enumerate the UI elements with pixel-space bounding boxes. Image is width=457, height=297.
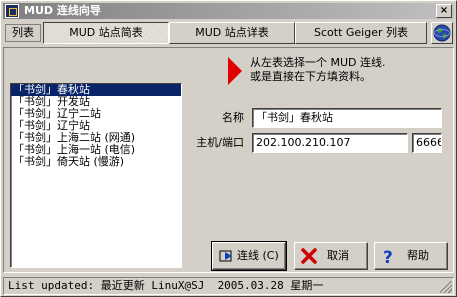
main-panel: 「书剑」春秋站 「书剑」开发站 「书剑」辽宁二站 「书剑」辽宁站 「书剑」上海二… — [3, 47, 454, 273]
svg-text:?: ? — [383, 248, 393, 264]
status-bar: List updated: 最近更新 LinuX@SJ 2005.03.28 星… — [3, 277, 454, 295]
cancel-button[interactable]: 取消 — [294, 242, 368, 270]
name-field[interactable]: 「书剑」春秋站 — [252, 108, 442, 128]
name-label: 名称 — [222, 111, 244, 124]
port-field[interactable]: 6666 — [412, 133, 442, 153]
globe-button[interactable] — [431, 22, 453, 44]
window-title: MUD 连线向导 — [24, 4, 101, 17]
close-button[interactable]: × — [436, 4, 452, 18]
cancel-x-icon — [301, 248, 317, 264]
app-icon — [5, 4, 19, 18]
tab-bar: 列表 MUD 站点简表 MUD 站点详表 Scott Geiger 列表 — [3, 21, 454, 45]
hint-arrow-icon — [228, 57, 242, 85]
connect-label: 连线 (C) — [237, 249, 279, 262]
globe-icon — [433, 24, 451, 42]
list-item[interactable]: 「书剑」倚天站 (慢游) — [11, 156, 181, 168]
hint-text: 从左表选择一个 MUD 连线. 或是直接在下方填资料。 — [250, 56, 386, 84]
site-listbox[interactable]: 「书剑」春秋站 「书剑」开发站 「书剑」辽宁二站 「书剑」辽宁站 「书剑」上海二… — [10, 83, 182, 268]
title-bar[interactable]: MUD 连线向导 × — [3, 3, 454, 19]
list-label: 列表 — [5, 24, 41, 42]
tab-mud-brief[interactable]: MUD 站点简表 — [43, 22, 169, 44]
host-field[interactable]: 202.100.210.107 — [252, 133, 408, 153]
help-label: 帮助 — [407, 249, 429, 262]
hint-line-1: 从左表选择一个 MUD 连线. — [250, 56, 386, 69]
hint-line-2: 或是直接在下方填资料。 — [250, 70, 371, 83]
resize-grip[interactable] — [440, 281, 452, 293]
connect-button[interactable]: 连线 (C) — [211, 241, 287, 271]
tab-mud-detail[interactable]: MUD 站点详表 — [169, 22, 295, 44]
connect-icon — [219, 250, 232, 262]
host-port-label: 主机/端口 — [196, 136, 244, 149]
status-text: List updated: 最近更新 LinuX@SJ 2005.03.28 星… — [8, 279, 324, 292]
help-question-icon: ? — [383, 248, 393, 264]
connection-wizard-window: MUD 连线向导 × 列表 MUD 站点简表 MUD 站点详表 Scott Ge… — [0, 0, 457, 297]
help-button[interactable]: ? 帮助 — [374, 242, 448, 270]
tab-scott-geiger[interactable]: Scott Geiger 列表 — [295, 22, 427, 44]
cancel-label: 取消 — [327, 249, 349, 262]
